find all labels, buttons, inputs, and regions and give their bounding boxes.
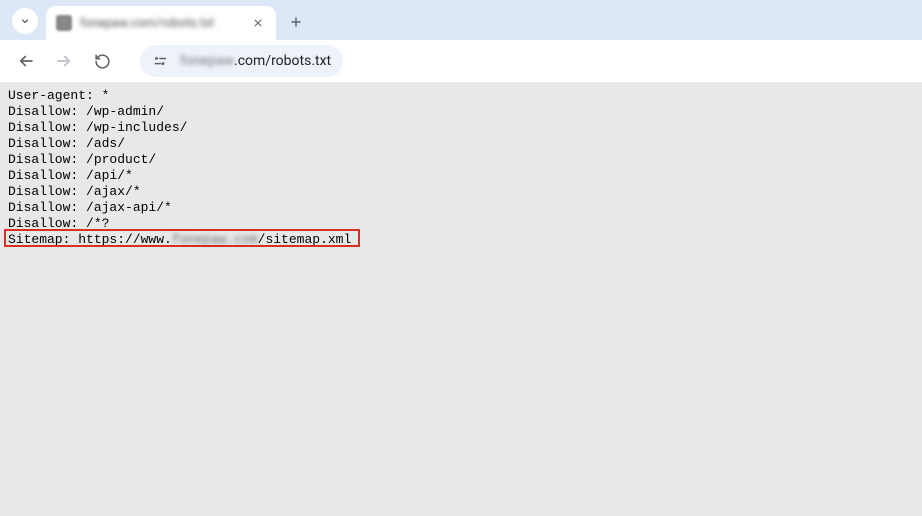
robots-line: Disallow: /wp-includes/ bbox=[8, 120, 187, 135]
url-path: .com/robots.txt bbox=[234, 53, 331, 69]
robots-line: Disallow: /wp-admin/ bbox=[8, 104, 164, 119]
robots-line: Disallow: /ajax-api/* bbox=[8, 200, 172, 215]
chevron-down-icon bbox=[19, 15, 31, 27]
new-tab-button[interactable] bbox=[282, 8, 310, 36]
site-settings-icon bbox=[152, 53, 170, 69]
robots-line: Disallow: /ads/ bbox=[8, 136, 125, 151]
tab-search-button[interactable] bbox=[12, 8, 38, 34]
robots-txt-body: User-agent: * Disallow: /wp-admin/ Disal… bbox=[0, 82, 922, 254]
sitemap-suffix: /sitemap.xml bbox=[258, 232, 352, 247]
tab-title: fonepaw.com/robots.txt bbox=[80, 16, 242, 31]
reload-icon bbox=[94, 53, 111, 70]
forward-button[interactable] bbox=[48, 45, 80, 77]
plus-icon bbox=[289, 15, 303, 29]
sitemap-line: Sitemap: https://www.fonepaw.com/sitemap… bbox=[8, 232, 351, 247]
toolbar: fonepaw.com/robots.txt bbox=[0, 40, 363, 82]
site-info-button[interactable] bbox=[152, 53, 170, 69]
favicon-icon bbox=[56, 15, 72, 31]
robots-line: Disallow: /ajax/* bbox=[8, 184, 141, 199]
arrow-right-icon bbox=[55, 52, 73, 70]
close-icon bbox=[253, 18, 263, 28]
arrow-left-icon bbox=[17, 52, 35, 70]
robots-line: Disallow: /api/* bbox=[8, 168, 133, 183]
url-domain-blurred: fonepaw bbox=[180, 53, 234, 69]
sitemap-domain-blurred: fonepaw.com bbox=[172, 232, 258, 247]
reload-button[interactable] bbox=[86, 45, 118, 77]
address-bar[interactable]: fonepaw.com/robots.txt bbox=[140, 45, 343, 77]
back-button[interactable] bbox=[10, 45, 42, 77]
url-text: fonepaw.com/robots.txt bbox=[180, 53, 331, 69]
page-content: User-agent: * Disallow: /wp-admin/ Disal… bbox=[0, 82, 922, 516]
sitemap-prefix: Sitemap: https://www. bbox=[8, 232, 172, 247]
robots-line: Disallow: /product/ bbox=[8, 152, 156, 167]
tab-strip: fonepaw.com/robots.txt bbox=[0, 0, 922, 40]
browser-chrome: fonepaw.com/robots.txt bbox=[0, 0, 922, 82]
browser-tab[interactable]: fonepaw.com/robots.txt bbox=[46, 6, 276, 40]
tab-close-button[interactable] bbox=[250, 15, 266, 31]
robots-line: User-agent: * bbox=[8, 88, 109, 103]
robots-line: Disallow: /*? bbox=[8, 216, 109, 231]
